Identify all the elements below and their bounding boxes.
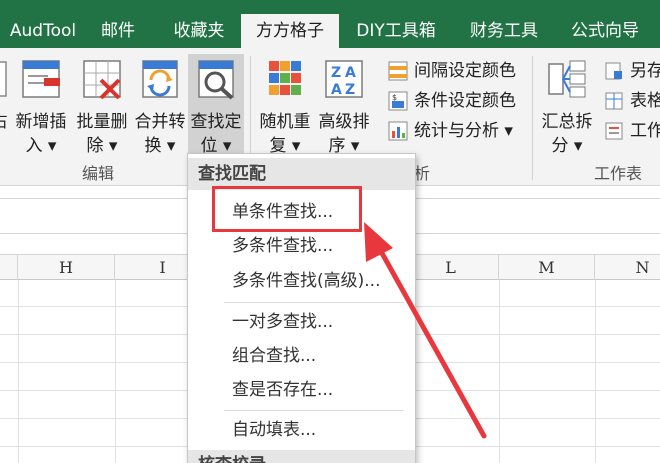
red-arrow-annotation [364,222,487,439]
excel-window: AudTool 邮件 收藏夹 方方格子 DIY工具箱 财务工具 公式向导 占 [0,0,660,463]
